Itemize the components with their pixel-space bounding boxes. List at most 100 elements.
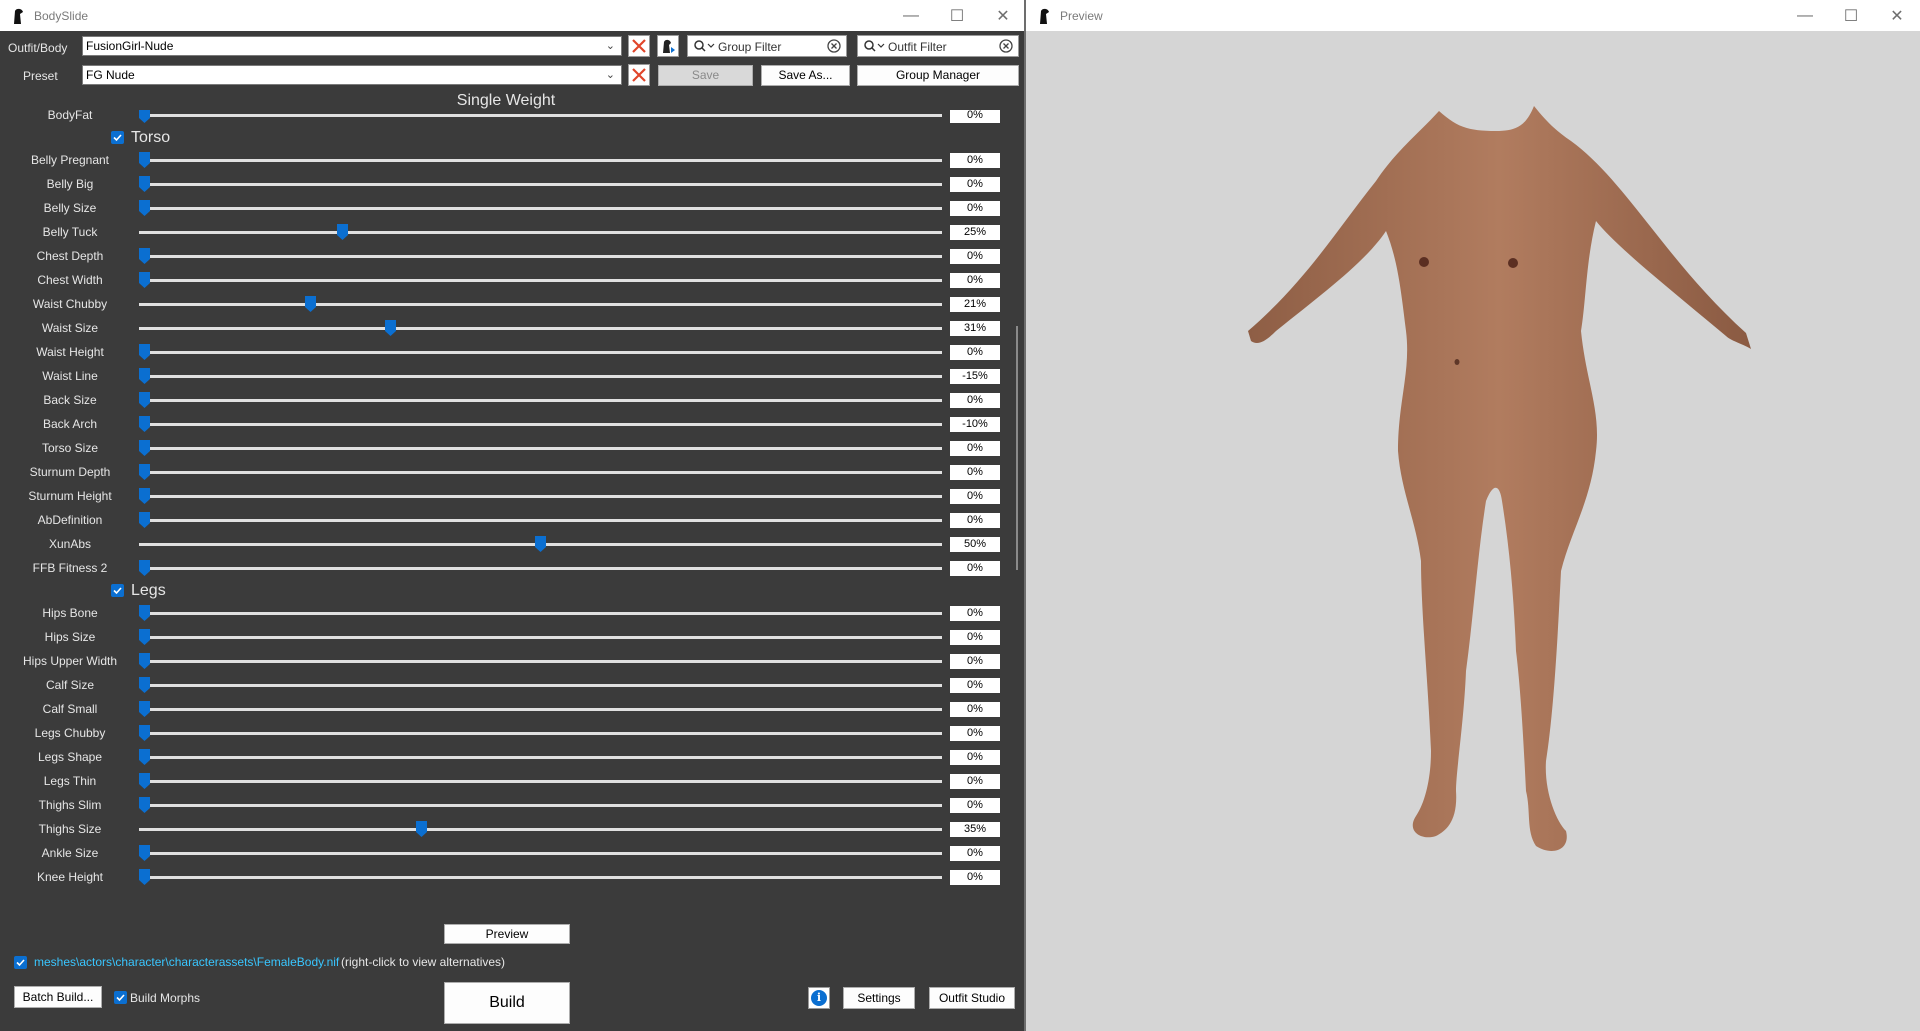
- preset-select[interactable]: FG Nude ⌄: [82, 65, 622, 85]
- slider-value-input[interactable]: 0%: [950, 153, 1000, 168]
- group-filter-input[interactable]: Group Filter: [687, 35, 847, 57]
- slider-value-input[interactable]: 50%: [950, 537, 1000, 552]
- slider-track[interactable]: [139, 804, 942, 807]
- group-manager-button[interactable]: Group Manager: [857, 65, 1019, 86]
- slider-thumb[interactable]: [139, 749, 150, 765]
- outfit-filter-input[interactable]: Outfit Filter: [857, 35, 1019, 57]
- slider-value-input[interactable]: 0%: [950, 870, 1000, 885]
- preview-maximize-button[interactable]: ☐: [1828, 0, 1874, 31]
- info-button[interactable]: i: [808, 987, 830, 1009]
- slider-thumb[interactable]: [305, 296, 317, 312]
- outfit-studio-button[interactable]: Outfit Studio: [929, 987, 1015, 1009]
- slider-value-input[interactable]: 0%: [950, 750, 1000, 765]
- export-button[interactable]: [657, 35, 679, 57]
- maximize-button[interactable]: ☐: [934, 0, 980, 31]
- remove-preset-button[interactable]: [628, 64, 650, 86]
- preview-button[interactable]: Preview: [444, 924, 570, 944]
- slider-value-input[interactable]: 0%: [950, 606, 1000, 621]
- slider-track[interactable]: [139, 255, 942, 258]
- slider-track[interactable]: [139, 159, 942, 162]
- slider-value-input[interactable]: 0%: [950, 393, 1000, 408]
- slider-track[interactable]: [139, 207, 942, 210]
- slider-track[interactable]: [139, 183, 942, 186]
- slider-thumb[interactable]: [139, 110, 150, 123]
- slider-value-input[interactable]: 31%: [950, 321, 1000, 336]
- build-button[interactable]: Build: [444, 982, 570, 1024]
- slider-thumb[interactable]: [139, 797, 150, 813]
- preview-3d-viewport[interactable]: [1026, 31, 1920, 1031]
- slider-track[interactable]: [139, 303, 942, 306]
- slider-track[interactable]: [139, 279, 942, 282]
- slider-thumb[interactable]: [535, 536, 546, 552]
- slider-value-input[interactable]: 0%: [950, 441, 1000, 456]
- slider-track[interactable]: [139, 612, 942, 615]
- slider-thumb[interactable]: [139, 773, 150, 789]
- slider-thumb[interactable]: [139, 653, 150, 669]
- slider-value-input[interactable]: 0%: [950, 774, 1000, 789]
- slider-value-input[interactable]: 0%: [950, 630, 1000, 645]
- slider-value-input[interactable]: -15%: [950, 369, 1000, 384]
- slider-value-input[interactable]: 0%: [950, 201, 1000, 216]
- slider-track[interactable]: [139, 519, 942, 522]
- slider-track[interactable]: [139, 708, 942, 711]
- slider-track[interactable]: [139, 375, 942, 378]
- scrollbar-thumb[interactable]: [1016, 326, 1018, 570]
- slider-track[interactable]: [139, 636, 942, 639]
- slider-value-input[interactable]: 0%: [950, 273, 1000, 288]
- slider-track[interactable]: [139, 732, 942, 735]
- slider-value-input[interactable]: 0%: [950, 798, 1000, 813]
- slider-value-input[interactable]: 0%: [950, 654, 1000, 669]
- preview-minimize-button[interactable]: —: [1782, 0, 1828, 31]
- slider-thumb[interactable]: [139, 629, 150, 645]
- save-as-button[interactable]: Save As...: [761, 65, 850, 86]
- slider-value-input[interactable]: 0%: [950, 345, 1000, 360]
- nif-path-link[interactable]: meshes\actors\character\characterassets\…: [34, 955, 339, 969]
- slider-thumb[interactable]: [139, 869, 150, 885]
- slider-thumb[interactable]: [139, 605, 150, 621]
- slider-value-input[interactable]: 0%: [950, 465, 1000, 480]
- slider-value-input[interactable]: 0%: [950, 678, 1000, 693]
- slider-track[interactable]: [139, 852, 942, 855]
- slider-track[interactable]: [139, 231, 942, 234]
- slider-track[interactable]: [139, 447, 942, 450]
- nif-path-checkbox[interactable]: [14, 956, 27, 969]
- slider-track[interactable]: [139, 327, 942, 330]
- slider-thumb[interactable]: [139, 725, 150, 741]
- slider-value-input[interactable]: 0%: [950, 726, 1000, 741]
- slider-thumb[interactable]: [416, 821, 428, 837]
- slider-thumb[interactable]: [337, 224, 348, 240]
- slider-thumb[interactable]: [139, 488, 150, 504]
- slider-thumb[interactable]: [139, 845, 150, 861]
- slider-track[interactable]: [139, 684, 942, 687]
- slider-scrollbar[interactable]: [1012, 110, 1024, 918]
- slider-thumb[interactable]: [139, 392, 150, 408]
- slider-track[interactable]: [139, 495, 942, 498]
- slider-track[interactable]: [139, 756, 942, 759]
- preview-close-button[interactable]: ✕: [1874, 0, 1920, 31]
- slider-track[interactable]: [139, 660, 942, 663]
- save-button[interactable]: Save: [658, 65, 753, 86]
- slider-thumb[interactable]: [139, 272, 150, 288]
- slider-thumb[interactable]: [139, 677, 150, 693]
- slider-thumb[interactable]: [139, 701, 150, 717]
- slider-value-input[interactable]: 21%: [950, 297, 1000, 312]
- slider-track[interactable]: [139, 876, 942, 879]
- slider-value-input[interactable]: 0%: [950, 177, 1000, 192]
- slider-thumb[interactable]: [139, 176, 150, 192]
- slider-thumb[interactable]: [139, 200, 150, 216]
- slider-thumb[interactable]: [139, 416, 150, 432]
- slider-thumb[interactable]: [139, 152, 150, 168]
- slider-thumb[interactable]: [139, 248, 150, 264]
- slider-value-input[interactable]: 0%: [950, 249, 1000, 264]
- slider-value-input[interactable]: 0%: [950, 513, 1000, 528]
- batch-build-button[interactable]: Batch Build...: [14, 986, 102, 1008]
- group-checkbox[interactable]: [111, 584, 124, 597]
- slider-thumb[interactable]: [384, 320, 396, 336]
- build-morphs-checkbox[interactable]: [114, 991, 127, 1004]
- slider-thumb[interactable]: [139, 512, 150, 528]
- slider-track[interactable]: [139, 780, 942, 783]
- slider-value-input[interactable]: 0%: [950, 702, 1000, 717]
- slider-value-input[interactable]: -10%: [950, 417, 1000, 432]
- slider-value-input[interactable]: 25%: [950, 225, 1000, 240]
- slider-track[interactable]: [139, 114, 942, 117]
